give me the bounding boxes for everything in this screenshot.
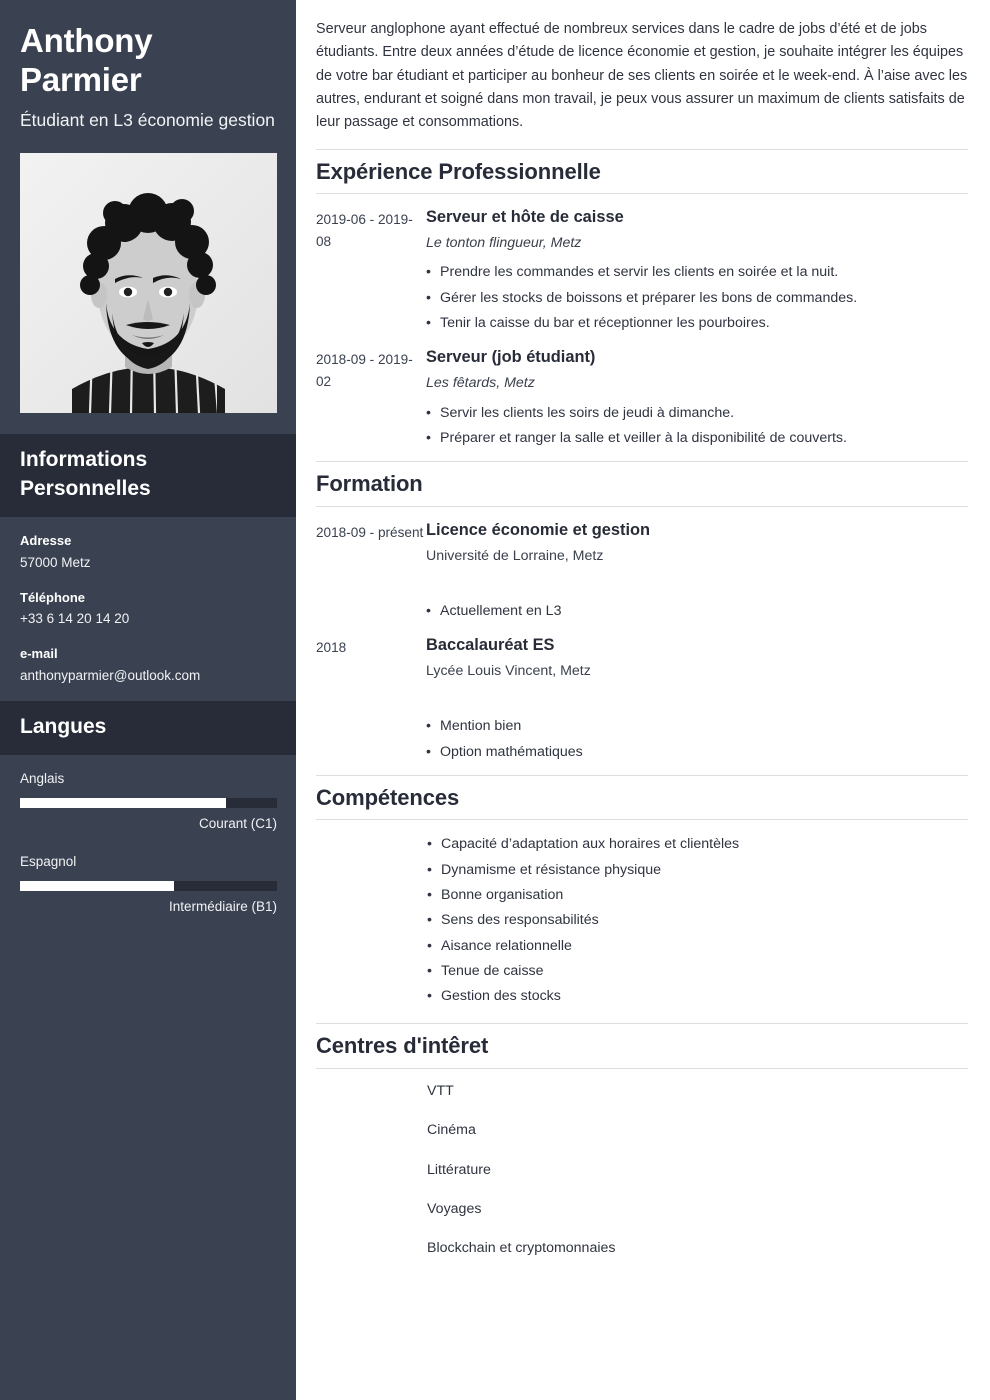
contact-value: +33 6 14 20 14 20	[20, 611, 130, 627]
entry-gap	[426, 682, 968, 708]
contact-label: Adresse	[20, 533, 72, 549]
bullet-item: Mention bien	[426, 714, 968, 740]
section-header: Expérience Professionnelle	[316, 148, 968, 195]
interest-item: Littérature	[427, 1161, 491, 1178]
bullet-item: Option mathématiques	[426, 740, 968, 766]
personal-info-header: Informations Personnelles	[0, 434, 296, 518]
skills-list: Capacité d’adaptation aux horaires et cl…	[316, 832, 968, 1009]
language-level: Intermédiaire (B1)	[168, 898, 277, 914]
profile-photo	[20, 153, 277, 414]
resume-page: Anthony Parmier Étudiant en L3 économie …	[0, 0, 990, 1400]
languages-heading: Langues	[20, 714, 107, 738]
entry-date: 2019-06 - 2019-08	[316, 212, 413, 250]
section-experience: Expérience Professionnelle 2019-06 - 201…	[316, 148, 968, 451]
entry-gap	[426, 567, 968, 593]
entry-organization: Les fêtards, Metz	[426, 375, 535, 392]
sidebar: Anthony Parmier Étudiant en L3 économie …	[0, 0, 296, 1400]
full-name: Anthony Parmier	[20, 22, 153, 98]
contact-list: Adresse 57000 Metz Téléphone +33 6 14 20…	[0, 517, 296, 686]
interest-item: Cinéma	[427, 1122, 476, 1139]
section-header: Centres d'intêret	[316, 1023, 968, 1069]
skill-item: Bonne organisation	[427, 883, 968, 909]
sidebar-header: Anthony Parmier Étudiant en L3 économie …	[0, 0, 296, 131]
job-title: Étudiant en L3 économie gestion	[20, 109, 275, 130]
interest-item: VTT	[427, 1082, 454, 1099]
skill-item: Dynamisme et résistance physique	[427, 858, 968, 884]
profile-photo-frame	[20, 153, 277, 414]
entry-body: Baccalauréat ES Lycée Louis Vincent, Met…	[426, 634, 968, 765]
contact-value[interactable]: anthonyparmier@outlook.com	[20, 666, 277, 687]
language-item-espagnol: Espagnol Intermédiaire (B1)	[20, 852, 277, 918]
language-level: Courant (C1)	[198, 816, 277, 832]
entry-bullets: Actuellement en L3	[426, 599, 968, 625]
entry-organization: Université de Lorraine, Metz	[426, 547, 604, 564]
languages-header: Langues	[0, 700, 296, 756]
section-interests: Centres d'intêret VTT Cinéma Littérature…	[316, 1023, 968, 1259]
entry-date: 2018-09 - présent	[316, 524, 424, 540]
skill-item: Aisance relationnelle	[427, 934, 968, 960]
bullet-item: Actuellement en L3	[426, 599, 968, 625]
section-title-experience: Expérience Professionnelle	[316, 158, 601, 184]
bullet-item: Prendre les commandes et servir les clie…	[426, 260, 968, 286]
entry-organization: Lycée Louis Vincent, Metz	[426, 663, 591, 680]
language-progress-fill	[20, 880, 175, 891]
interest-item: Voyages	[427, 1200, 482, 1217]
entry-date: 2018-09 - 2019-02	[316, 352, 413, 390]
entry-date: 2018	[316, 640, 347, 656]
language-progress-fill	[20, 798, 226, 809]
education-entry: 2018-09 - présent Licence économie et ge…	[316, 519, 968, 625]
bullet-item: Gérer les stocks de boissons et préparer…	[426, 286, 968, 312]
section-header: Compétences	[316, 774, 968, 821]
language-progress-track	[20, 798, 277, 809]
contact-item-address: Adresse 57000 Metz	[20, 531, 277, 573]
section-header: Formation	[316, 461, 968, 507]
skill-item: Tenue de caisse	[427, 959, 968, 985]
contact-value: 57000 Metz	[20, 554, 91, 570]
interest-item: Blockchain et cryptomonnaies	[427, 1240, 616, 1257]
personal-info-heading: Informations Personnelles	[20, 448, 151, 500]
main-content: Serveur anglophone ayant effectué de nom…	[296, 0, 990, 1400]
section-title-education: Formation	[316, 471, 423, 497]
language-name: Espagnol	[20, 853, 77, 869]
entry-bullets: Mention bien Option mathématiques	[426, 714, 968, 765]
entry-bullets: Prendre les commandes et servir les clie…	[426, 260, 968, 336]
skill-item: Sens des responsabilités	[427, 908, 968, 934]
entry-bullets: Servir les clients les soirs de jeudi à …	[426, 401, 968, 452]
skill-item: Gestion des stocks	[427, 984, 968, 1010]
language-progress-track	[20, 880, 277, 891]
language-item-anglais: Anglais Courant (C1)	[20, 769, 277, 835]
entry-title: Serveur (job étudiant)	[426, 348, 596, 367]
entry-body: Serveur (job étudiant) Les fêtards, Metz…	[426, 346, 968, 451]
entry-title: Licence économie et gestion	[426, 520, 651, 539]
language-name: Anglais	[20, 771, 65, 787]
section-title-interests: Centres d'intêret	[316, 1033, 489, 1059]
contact-item-email: e-mail anthonyparmier@outlook.com	[20, 644, 277, 686]
experience-entry: 2018-09 - 2019-02 Serveur (job étudiant)…	[316, 346, 968, 451]
bullet-item: Préparer et ranger la salle et veiller à…	[426, 426, 968, 452]
section-education: Formation 2018-09 - présent Licence écon…	[316, 461, 968, 765]
languages-list: Anglais Courant (C1) Espagnol Intermédia…	[0, 755, 296, 917]
skill-item: Capacité d’adaptation aux horaires et cl…	[427, 832, 968, 858]
section-skills: Compétences Capacité d’adaptation aux ho…	[316, 774, 968, 1010]
bullet-item: Servir les clients les soirs de jeudi à …	[426, 401, 968, 427]
entry-body: Serveur et hôte de caisse Le tonton flin…	[426, 206, 968, 336]
contact-label: Téléphone	[20, 589, 86, 605]
entry-organization: Le tonton flingueur, Metz	[426, 235, 582, 252]
interests-list: VTT Cinéma Littérature Voyages Blockchai…	[316, 1081, 968, 1259]
section-title-skills: Compétences	[316, 784, 460, 810]
education-entry: 2018 Baccalauréat ES Lycée Louis Vincent…	[316, 634, 968, 765]
entry-body: Licence économie et gestion Université d…	[426, 519, 968, 625]
experience-entry: 2019-06 - 2019-08 Serveur et hôte de cai…	[316, 206, 968, 336]
contact-item-phone: Téléphone +33 6 14 20 14 20	[20, 588, 277, 630]
entry-title: Serveur et hôte de caisse	[426, 208, 624, 227]
contact-label: e-mail	[20, 646, 58, 662]
entry-title: Baccalauréat ES	[426, 636, 555, 655]
profile-summary: Serveur anglophone ayant effectué de nom…	[316, 21, 968, 131]
bullet-item: Tenir la caisse du bar et réceptionner l…	[426, 311, 968, 337]
